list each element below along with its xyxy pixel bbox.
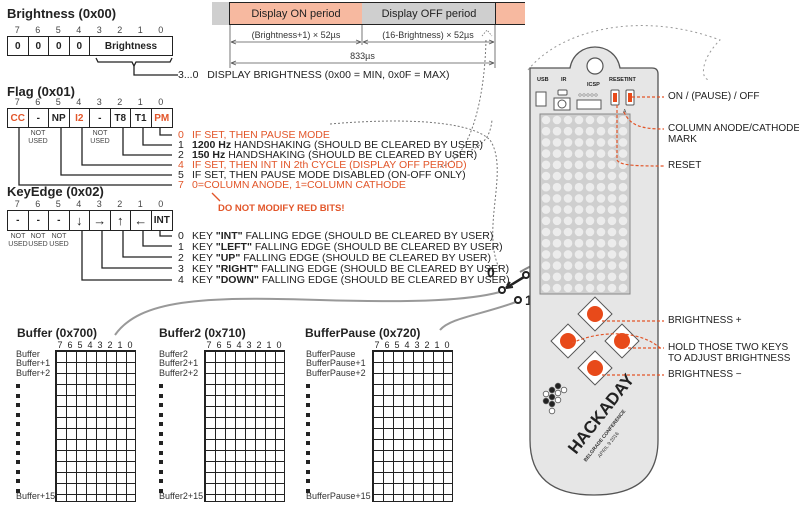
callout-reset: RESET — [668, 160, 702, 171]
callout-leaders — [571, 96, 665, 376]
callout-on-off: ON / (PAUSE) / OFF — [668, 91, 760, 102]
callout-brightness-plus: BRIGHTNESS + — [668, 315, 742, 326]
callout-brightness-minus: BRIGHTNESS − — [668, 369, 742, 380]
callout-hold-2: TO ADJUST BRIGHTNESS — [668, 353, 791, 364]
callout-col-mark-2: MARK — [668, 134, 697, 145]
